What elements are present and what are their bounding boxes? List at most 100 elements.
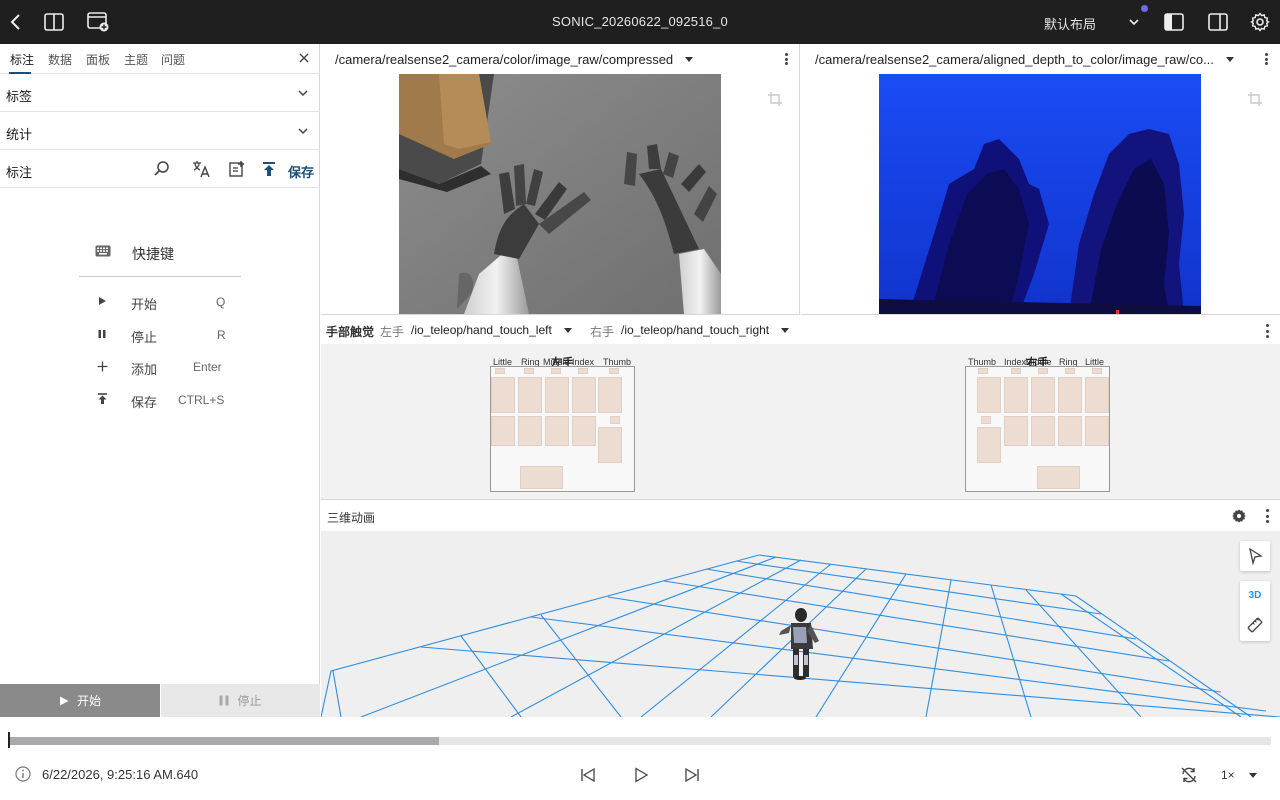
sensor-cell <box>1058 377 1082 413</box>
sensor-cell <box>610 416 620 424</box>
robot-model <box>779 608 819 680</box>
shortcuts-panel: 快捷键 开始 Q 停止 R 添加 Enter 保存 CTRL+S <box>79 234 241 415</box>
stop-button-label: 停止 <box>237 694 262 708</box>
right-hand-topic[interactable]: /io_teleop/hand_touch_right <box>621 323 769 337</box>
left-hand-sensor-map <box>490 366 635 492</box>
shortcut-name: 保存 <box>131 394 158 410</box>
shortcut-key: Q <box>216 295 226 309</box>
upload-icon[interactable] <box>258 158 280 180</box>
sensor-cell <box>598 427 622 463</box>
chevron-down-icon[interactable] <box>296 124 310 138</box>
back-icon[interactable] <box>4 10 28 34</box>
sensor-cell <box>572 377 596 413</box>
chevron-down-icon[interactable] <box>1122 10 1146 34</box>
dropdown-caret-icon[interactable] <box>1226 57 1234 62</box>
hand-touch-panel: 手部触觉 左手 /io_teleop/hand_touch_left 右手 /i… <box>321 316 1280 500</box>
depth-camera-image <box>879 74 1201 314</box>
color-topic-label[interactable]: /camera/realsense2_camera/color/image_ra… <box>335 52 673 67</box>
playback-speed[interactable]: 1× <box>1221 768 1235 782</box>
info-icon[interactable] <box>15 766 31 782</box>
chevron-down-icon[interactable] <box>296 86 310 100</box>
close-icon[interactable] <box>297 51 313 67</box>
3d-mode-toggle[interactable]: 3D <box>1240 590 1270 601</box>
select-tool-button[interactable] <box>1240 541 1270 571</box>
depth-topic-label[interactable]: /camera/realsense2_camera/aligned_depth_… <box>815 52 1214 67</box>
play-icon <box>59 696 69 705</box>
timeline-track[interactable] <box>9 737 1271 745</box>
skip-back-icon[interactable] <box>578 765 598 785</box>
shortcut-row-save: 保存 CTRL+S <box>79 383 241 416</box>
tab-issues[interactable]: 问题 <box>161 51 185 68</box>
sensor-cell <box>981 416 991 424</box>
tags-section[interactable]: 标签 <box>0 74 320 112</box>
start-button[interactable]: 开始 <box>0 684 160 717</box>
keyboard-icon <box>95 245 111 260</box>
ruler-icon[interactable] <box>1247 617 1263 633</box>
right-sidebar-toggle-icon[interactable] <box>1206 10 1230 34</box>
start-button-label: 开始 <box>76 694 101 708</box>
sensor-cell <box>495 368 505 374</box>
translate-icon[interactable] <box>190 158 212 180</box>
tab-data[interactable]: 数据 <box>48 51 72 68</box>
stats-section[interactable]: 统计 <box>0 112 320 150</box>
plus-icon <box>95 359 109 373</box>
tab-annotation[interactable]: 标注 <box>10 51 34 68</box>
add-panel-icon[interactable] <box>86 10 110 34</box>
upload-icon <box>95 392 109 406</box>
crop-icon[interactable] <box>1247 91 1263 107</box>
tab-topics[interactable]: 主题 <box>124 51 148 68</box>
panel-header: /camera/realsense2_camera/color/image_ra… <box>321 44 799 74</box>
sensor-cell <box>545 416 569 446</box>
shortcut-name: 添加 <box>131 362 158 377</box>
left-hand-label: 左手 <box>380 325 405 339</box>
sensor-cell <box>1058 416 1082 446</box>
dropdown-caret-icon[interactable] <box>685 57 693 62</box>
playhead[interactable] <box>8 732 10 748</box>
shortcut-key: CTRL+S <box>178 392 225 407</box>
annotations-section-label: 标注 <box>6 165 33 180</box>
dropdown-caret-icon[interactable] <box>781 328 789 333</box>
color-camera-image <box>399 74 721 314</box>
3d-viewport[interactable]: 3D <box>321 531 1280 717</box>
play-icon[interactable] <box>631 765 651 785</box>
sensor-cell <box>1031 377 1055 413</box>
more-vertical-icon[interactable] <box>1262 52 1270 66</box>
sensor-cell <box>977 427 1001 463</box>
layout-selector-label[interactable]: 默认布局 <box>1044 14 1096 33</box>
right-hand-label: 右手 <box>590 325 615 339</box>
sidebar-tabs: 标注 数据 面板 主题 问题 <box>0 44 320 74</box>
sensor-cell <box>1011 368 1021 374</box>
sensor-cell <box>518 416 542 446</box>
crop-icon[interactable] <box>767 91 783 107</box>
record-controls: 开始 停止 <box>0 684 320 717</box>
more-vertical-icon[interactable] <box>1263 324 1271 338</box>
right-hand-sensor-map <box>965 366 1110 492</box>
tab-panels[interactable]: 面板 <box>86 51 110 68</box>
annotations-section: 标注 保存 <box>0 150 320 188</box>
split-view-icon[interactable] <box>42 10 66 34</box>
sensor-cell <box>1085 416 1109 446</box>
dropdown-caret-icon[interactable] <box>564 328 572 333</box>
sensor-cell <box>978 368 988 374</box>
3d-animation-panel: 三维动画 3D <box>321 501 1280 717</box>
dropdown-caret-icon[interactable] <box>1249 773 1257 778</box>
save-button[interactable]: 保存 <box>288 162 314 181</box>
3d-grid <box>321 554 1280 717</box>
sensor-cell <box>551 368 561 374</box>
shortcuts-header: 快捷键 <box>79 234 241 277</box>
settings-gear-icon[interactable] <box>1231 508 1247 524</box>
search-icon[interactable] <box>151 158 173 180</box>
add-note-icon[interactable] <box>226 158 248 180</box>
more-vertical-icon[interactable] <box>1263 509 1271 523</box>
more-vertical-icon[interactable] <box>782 52 790 66</box>
loop-off-icon[interactable] <box>1179 765 1199 785</box>
title-bar: SONIC_20260622_092516_0 默认布局 <box>0 0 1280 44</box>
stats-section-label: 统计 <box>6 127 33 142</box>
left-sidebar-toggle-icon[interactable] <box>1162 10 1186 34</box>
sensor-cell <box>491 416 515 446</box>
sensor-cell <box>609 368 619 374</box>
settings-gear-icon[interactable] <box>1248 10 1272 34</box>
left-hand-topic[interactable]: /io_teleop/hand_touch_left <box>411 323 552 337</box>
skip-forward-icon[interactable] <box>682 765 702 785</box>
stop-button[interactable]: 停止 <box>160 684 320 717</box>
